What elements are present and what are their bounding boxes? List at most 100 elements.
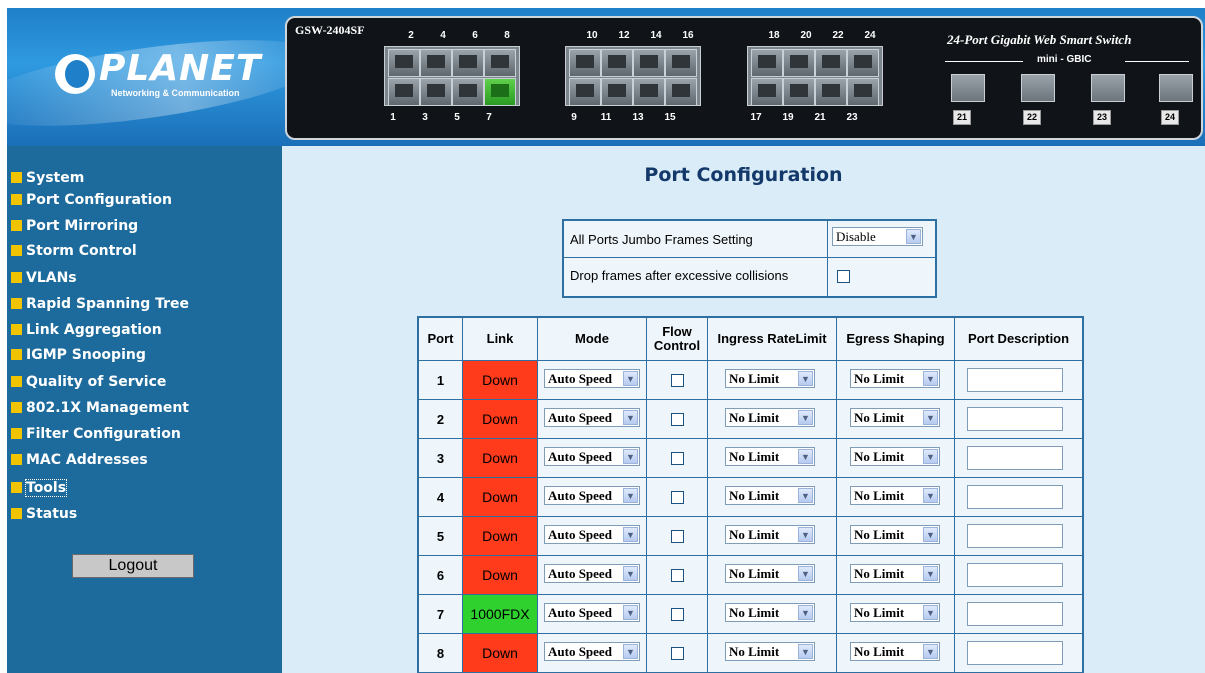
port-icon[interactable]	[569, 49, 601, 77]
sidebar-item-igmp-snooping[interactable]: IGMP Snooping	[11, 347, 146, 369]
sidebar-item-status[interactable]: Status	[11, 506, 77, 528]
mode-select[interactable]: Auto Speed ▼	[544, 564, 640, 583]
flow-control-checkbox[interactable]	[671, 530, 684, 543]
mode-select[interactable]: Auto Speed ▼	[544, 486, 640, 505]
ingress-select[interactable]: No Limit ▼	[725, 603, 815, 622]
flow-control-checkbox[interactable]	[671, 374, 684, 387]
port-number-cell: 6	[436, 567, 445, 583]
egress-select[interactable]: No Limit ▼	[850, 603, 940, 622]
sidebar-item-vlans[interactable]: VLANs	[11, 270, 77, 292]
sidebar-item-802-1x-management[interactable]: 802.1X Management	[11, 400, 189, 422]
port-config-table: Port Link Mode Flow Control Ingress Rate…	[417, 316, 1084, 673]
sidebar-item-storm-control[interactable]: Storm Control	[11, 243, 137, 265]
link-status-cell: Down	[462, 556, 537, 594]
flow-control-cell	[646, 439, 707, 477]
mini-gbic-line-left	[945, 61, 1023, 62]
sidebar-item-link-aggregation[interactable]: Link Aggregation	[11, 322, 162, 344]
flow-control-checkbox[interactable]	[671, 647, 684, 660]
port-icon[interactable]	[783, 78, 815, 106]
port-description-input[interactable]	[967, 524, 1063, 548]
flow-control-checkbox[interactable]	[671, 608, 684, 621]
mode-value: Auto Speed	[548, 371, 612, 386]
ingress-select[interactable]: No Limit ▼	[725, 525, 815, 544]
egress-select[interactable]: No Limit ▼	[850, 642, 940, 661]
port-description-input[interactable]	[967, 602, 1063, 626]
port-icon[interactable]	[420, 49, 452, 77]
sidebar-item-rapid-spanning-tree[interactable]: Rapid Spanning Tree	[11, 296, 189, 318]
egress-select[interactable]: No Limit ▼	[850, 564, 940, 583]
sidebar-item-filter-configuration[interactable]: Filter Configuration	[11, 426, 181, 448]
mode-select[interactable]: Auto Speed ▼	[544, 369, 640, 388]
sidebar-item-port-mirroring[interactable]: Port Mirroring	[11, 218, 138, 240]
top-port-number: 2	[408, 30, 414, 41]
sfp-port-icon[interactable]	[1021, 74, 1055, 102]
sidebar-item-quality-of-service[interactable]: Quality of Service	[11, 374, 166, 396]
port-icon[interactable]	[484, 49, 516, 77]
jumbo-frames-select[interactable]: Disable ▼	[832, 227, 923, 246]
sidebar-item-mac-addresses[interactable]: MAC Addresses	[11, 452, 148, 474]
sidebar-item-system[interactable]: System	[11, 170, 84, 192]
ingress-select[interactable]: No Limit ▼	[725, 408, 815, 427]
port-description-input[interactable]	[967, 446, 1063, 470]
header-mode: Mode	[537, 318, 646, 360]
port-icon[interactable]	[783, 49, 815, 77]
egress-select[interactable]: No Limit ▼	[850, 369, 940, 388]
port-icon[interactable]	[388, 49, 420, 77]
egress-select[interactable]: No Limit ▼	[850, 486, 940, 505]
jumbo-settings-box: All Ports Jumbo Frames Setting Disable ▼…	[562, 219, 937, 298]
ingress-select[interactable]: No Limit ▼	[725, 369, 815, 388]
sidebar-item-tools[interactable]: Tools	[11, 479, 68, 502]
port-icon[interactable]	[452, 49, 484, 77]
ingress-select[interactable]: No Limit ▼	[725, 486, 815, 505]
sfp-port-icon[interactable]	[1159, 74, 1193, 102]
port-icon[interactable]	[665, 49, 697, 77]
sidebar-item-port-configuration[interactable]: Port Configuration	[11, 192, 172, 214]
port-icon[interactable]	[815, 78, 847, 106]
port-description-input[interactable]	[967, 563, 1063, 587]
flow-control-checkbox[interactable]	[671, 491, 684, 504]
mode-select[interactable]: Auto Speed ▼	[544, 642, 640, 661]
description-cell	[954, 439, 1082, 477]
port-icon[interactable]	[633, 49, 665, 77]
description-cell	[954, 595, 1082, 633]
port-icon[interactable]	[601, 49, 633, 77]
port-icon[interactable]	[751, 78, 783, 106]
port-icon[interactable]	[847, 49, 879, 77]
ingress-select[interactable]: No Limit ▼	[725, 564, 815, 583]
port-icon[interactable]	[847, 78, 879, 106]
egress-select[interactable]: No Limit ▼	[850, 408, 940, 427]
ingress-select[interactable]: No Limit ▼	[725, 642, 815, 661]
egress-select[interactable]: No Limit ▼	[850, 447, 940, 466]
sfp-port-icon[interactable]	[1091, 74, 1125, 102]
port-icon-active[interactable]	[484, 78, 516, 106]
mode-value: Auto Speed	[548, 644, 612, 659]
port-description-input[interactable]	[967, 641, 1063, 665]
bottom-port-number: 5	[454, 112, 460, 123]
port-icon[interactable]	[452, 78, 484, 106]
port-icon[interactable]	[633, 78, 665, 106]
mode-select[interactable]: Auto Speed ▼	[544, 603, 640, 622]
sfp-port-icon[interactable]	[951, 74, 985, 102]
flow-control-checkbox[interactable]	[671, 569, 684, 582]
flow-control-checkbox[interactable]	[671, 413, 684, 426]
mode-select[interactable]: Auto Speed ▼	[544, 447, 640, 466]
mode-select[interactable]: Auto Speed ▼	[544, 408, 640, 427]
port-icon[interactable]	[751, 49, 783, 77]
flow-control-checkbox[interactable]	[671, 452, 684, 465]
port-description-input[interactable]	[967, 485, 1063, 509]
logout-button[interactable]: Logout	[72, 554, 194, 578]
port-icon[interactable]	[569, 78, 601, 106]
port-icon[interactable]	[665, 78, 697, 106]
port-description-input[interactable]	[967, 407, 1063, 431]
port-icon[interactable]	[388, 78, 420, 106]
bullet-icon	[11, 245, 22, 256]
port-icon[interactable]	[601, 78, 633, 106]
mode-select[interactable]: Auto Speed ▼	[544, 525, 640, 544]
port-icon[interactable]	[815, 49, 847, 77]
port-icon[interactable]	[420, 78, 452, 106]
mode-value: Auto Speed	[548, 605, 612, 620]
port-description-input[interactable]	[967, 368, 1063, 392]
drop-frames-checkbox[interactable]	[837, 270, 850, 283]
egress-select[interactable]: No Limit ▼	[850, 525, 940, 544]
ingress-select[interactable]: No Limit ▼	[725, 447, 815, 466]
